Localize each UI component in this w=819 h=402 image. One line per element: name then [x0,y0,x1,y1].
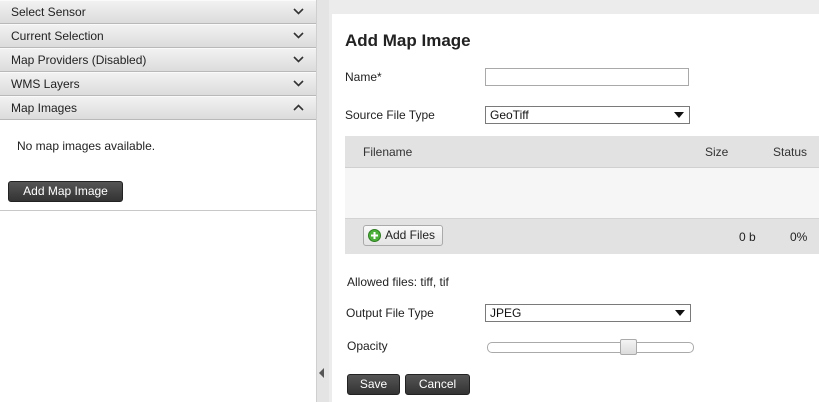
opacity-slider-track[interactable] [487,342,694,353]
chevron-down-icon [292,1,306,23]
section-label: WMS Layers [11,77,80,91]
source-file-type-select[interactable]: GeoTiff [485,106,690,124]
add-files-button[interactable]: Add Files [363,225,443,246]
empty-state-text: No map images available. [17,139,156,153]
total-status: 0% [790,230,808,244]
section-label: Current Selection [11,29,104,43]
file-list-dropzone[interactable] [345,168,819,218]
source-file-type-label: Source File Type [345,108,435,122]
section-label: Map Providers (Disabled) [11,53,147,67]
add-circle-icon [368,229,381,248]
allowed-files-text: Allowed files: tiff, tif [347,275,449,289]
section-label: Select Sensor [11,5,86,19]
output-file-type-label: Output File Type [346,306,434,320]
section-current-selection[interactable]: Current Selection [0,24,316,48]
column-size: Size [705,145,729,159]
dropdown-arrow-icon [675,310,685,316]
chevron-down-icon [292,49,306,71]
opacity-slider-handle[interactable] [620,339,637,355]
page-title: Add Map Image [345,31,471,50]
column-status: Status [773,145,808,159]
uploader-footer: Add Files 0 b 0% [345,218,819,254]
column-filename: Filename [363,145,413,159]
chevron-up-icon [292,97,306,119]
panel-splitter[interactable] [316,0,329,402]
add-map-image-form: Add Map Image Name* Source File Type Geo… [329,0,819,402]
sidebar-panel: Select Sensor Current Selection Map Prov… [0,0,316,402]
map-images-panel: No map images available. Add Map Image [0,120,316,211]
output-file-type-select[interactable]: JPEG [485,304,691,322]
add-map-image-button[interactable]: Add Map Image [8,181,123,202]
selected-value: JPEG [490,306,522,320]
uploader-header: Filename Size Status [345,136,819,168]
section-select-sensor[interactable]: Select Sensor [0,0,316,24]
name-label: Name* [345,70,382,84]
collapse-arrow-icon[interactable] [319,367,325,381]
save-button[interactable]: Save [347,374,400,395]
selected-value: GeoTiff [490,108,529,122]
dropdown-arrow-icon [674,112,684,118]
cancel-button[interactable]: Cancel [405,374,470,395]
chevron-down-icon [292,25,306,47]
section-wms-layers[interactable]: WMS Layers [0,72,316,96]
chevron-down-icon [292,73,306,95]
form-top-border [329,0,819,14]
form-left-border [329,0,332,402]
section-map-images[interactable]: Map Images [0,96,316,120]
file-uploader: Filename Size Status Add Files 0 b 0% [345,136,819,254]
section-map-providers[interactable]: Map Providers (Disabled) [0,48,316,72]
total-size: 0 b [739,230,756,244]
add-files-label: Add Files [385,228,436,242]
section-label: Map Images [11,101,78,115]
name-input[interactable] [485,68,689,86]
opacity-label: Opacity [347,339,388,353]
